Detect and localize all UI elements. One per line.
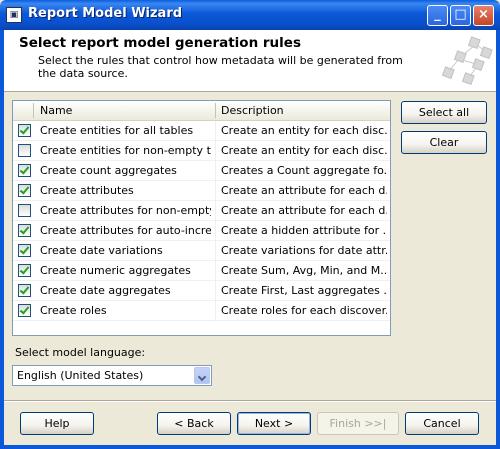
column-gridline [215,281,216,301]
rule-description: Create roles for each discover... [221,304,387,317]
column-gridline [215,301,216,321]
column-gridline [215,141,216,161]
rule-name: Create roles [40,304,107,317]
rule-description: Create an entity for each disc... [221,124,387,137]
rule-row[interactable]: Create roles Create roles for each discov… [13,301,390,321]
rule-row[interactable]: Create date aggregates Create First, Last… [13,281,390,301]
rules-list-header: Name Description [13,101,390,121]
report-model-wizard-window: ▣ Report Model Wizard _ □ × Select repor… [0,0,500,449]
rule-description: Create an entity for each disc... [221,144,387,157]
rule-row[interactable]: Create entities for non-empty ta... Creat… [13,141,390,161]
finish-button[interactable]: Finish >>| [317,412,399,435]
rule-description: Create a hidden attribute for ... [221,224,387,237]
back-button[interactable]: < Back [157,412,231,435]
back-label: < Back [174,417,214,430]
rule-description: Create First, Last aggregates ... [221,284,387,297]
page-description: Select the rules that control how metada… [38,54,403,80]
rule-checkbox[interactable] [18,284,31,297]
window-frame-left [0,30,4,449]
rule-name: Create attributes [40,184,134,197]
rule-checkbox[interactable] [18,144,31,157]
next-button[interactable]: Next > [237,412,311,435]
page-title: Select report model generation rules [19,35,301,51]
rule-row[interactable]: Create count aggregates Creates a Count a… [13,161,390,181]
column-header-name[interactable]: Name [40,104,72,117]
rule-name: Create attributes for non-empty... [40,204,211,217]
rule-checkbox[interactable] [18,224,31,237]
column-gridline [215,201,216,221]
title-bar[interactable]: ▣ Report Model Wizard _ □ × [0,0,500,30]
window-frame-right [496,30,500,449]
help-button[interactable]: Help [20,412,94,435]
language-dropdown[interactable]: English (United States) [12,365,212,386]
footer-divider [4,400,496,402]
rule-checkbox[interactable] [18,204,31,217]
clear-label: Clear [429,136,459,149]
rule-row[interactable]: Create entities for all tables Create an … [13,121,390,141]
rules-list[interactable]: Name Description Create entities for all… [12,100,391,336]
rule-row[interactable]: Create date variations Create variations … [13,241,390,261]
cancel-button[interactable]: Cancel [405,412,479,435]
column-gridline [215,241,216,261]
minimize-button[interactable]: _ [427,5,448,26]
rule-name: Create date variations [40,244,163,257]
column-gridline [215,221,216,241]
rule-description: Creates a Count aggregate fo... [221,164,387,177]
select-all-button[interactable]: Select all [401,101,487,124]
select-all-label: Select all [418,106,470,119]
next-label: Next > [254,417,294,430]
column-gridline [215,121,216,141]
finish-label: Finish >>| [329,417,387,430]
rule-name: Create numeric aggregates [40,264,191,277]
clear-button[interactable]: Clear [401,131,487,154]
rule-checkbox[interactable] [18,304,31,317]
close-button[interactable]: × [473,5,494,26]
chevron-down-icon[interactable] [194,367,210,384]
rule-checkbox[interactable] [18,184,31,197]
window-title: Report Model Wizard [28,6,183,21]
column-gridline [215,181,216,201]
rule-description: Create variations for date attr... [221,244,387,257]
rule-checkbox[interactable] [18,164,31,177]
column-divider[interactable] [33,103,34,118]
column-gridline [215,261,216,281]
window-frame-bottom [0,445,500,449]
cancel-label: Cancel [423,417,461,430]
rule-name: Create date aggregates [40,284,171,297]
rule-name: Create entities for all tables [40,124,194,137]
language-selected-value: English (United States) [17,369,144,382]
rule-row[interactable]: Create attributes for non-empty... Create… [13,201,390,221]
help-label: Help [44,417,70,430]
rule-checkbox[interactable] [18,264,31,277]
rule-name: Create attributes for auto-incre... [40,224,211,237]
rule-checkbox[interactable] [18,124,31,137]
rule-row[interactable]: Create attributes Create an attribute for… [13,181,390,201]
wizard-header: Select report model generation rules Sel… [4,30,496,92]
wizard-app-icon: ▣ [6,7,22,23]
rule-row[interactable]: Create numeric aggregates Create Sum, Avg… [13,261,390,281]
rule-description: Create Sum, Avg, Min, and M... [221,264,387,277]
rule-description: Create an attribute for each d... [221,184,387,197]
column-header-description[interactable]: Description [221,104,284,117]
language-label: Select model language: [15,346,146,359]
rule-description: Create an attribute for each d... [221,204,387,217]
rule-row[interactable]: Create attributes for auto-incre... Creat… [13,221,390,241]
maximize-button[interactable]: □ [450,5,471,26]
rule-name: Create entities for non-empty ta... [40,144,211,157]
column-gridline [215,161,216,181]
rule-name: Create count aggregates [40,164,177,177]
column-divider[interactable] [215,103,216,118]
model-diagram-icon [441,36,493,86]
rule-checkbox[interactable] [18,244,31,257]
